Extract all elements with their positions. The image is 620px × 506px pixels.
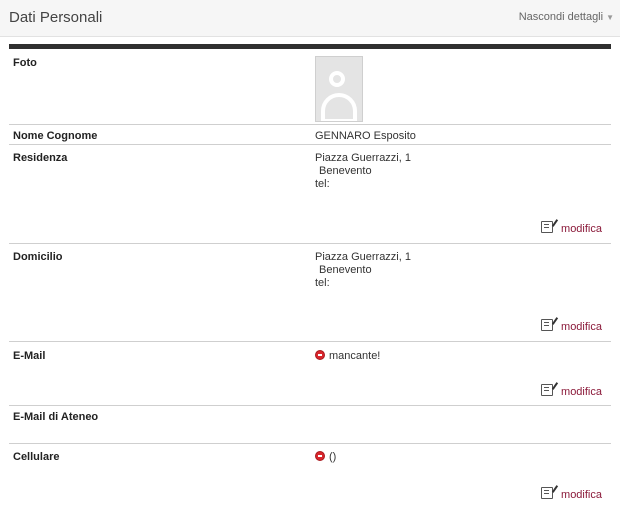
edit-icon <box>541 384 554 396</box>
edit-label: modifica <box>561 321 602 333</box>
row-value: GENNARO Esposito <box>315 130 416 142</box>
section-header: Dati Personali Nascondi dettagli ▼ <box>0 0 620 37</box>
address-city: Benevento <box>319 264 372 276</box>
edit-label: modifica <box>561 223 602 235</box>
edit-icon <box>541 319 554 331</box>
row-email-ateneo: E-Mail di Ateneo <box>9 406 611 444</box>
row-label: Domicilio <box>13 251 63 263</box>
hide-details-label: Nascondi dettagli <box>518 11 604 23</box>
cellulare-value: () <box>329 451 337 463</box>
address-city: Benevento <box>319 165 372 177</box>
error-icon <box>315 350 325 360</box>
address-tel: tel: <box>315 178 330 190</box>
row-residenza: Residenza Piazza Guerrazzi, 1 Benevento … <box>9 145 611 244</box>
edit-icon <box>541 221 554 233</box>
edit-cellulare-link[interactable]: modifica <box>541 487 602 501</box>
row-value: () <box>315 451 336 464</box>
section-title: Dati Personali <box>9 9 103 26</box>
address-block: Piazza Guerrazzi, 1 Benevento tel: <box>315 251 411 290</box>
address-street: Piazza Guerrazzi, 1 <box>315 152 411 164</box>
edit-residenza-link[interactable]: modifica <box>541 221 602 235</box>
address-block: Piazza Guerrazzi, 1 Benevento tel: <box>315 152 411 191</box>
row-value: mancante! <box>315 350 380 363</box>
row-label: Nome Cognome <box>13 130 98 142</box>
row-cellulare: Cellulare () modifica <box>9 444 611 506</box>
caret-down-icon: ▼ <box>606 13 614 22</box>
row-label: E-Mail di Ateneo <box>13 411 99 423</box>
email-status: mancante! <box>329 350 381 362</box>
row-label: Residenza <box>13 152 68 164</box>
edit-email-link[interactable]: modifica <box>541 384 602 398</box>
error-icon <box>315 451 325 461</box>
address-street: Piazza Guerrazzi, 1 <box>315 251 411 263</box>
row-email: E-Mail mancante! modifica <box>9 342 611 406</box>
row-label: Cellulare <box>13 451 60 463</box>
edit-domicilio-link[interactable]: modifica <box>541 319 602 333</box>
row-nome-cognome: Nome Cognome GENNARO Esposito <box>9 125 611 145</box>
row-foto: Foto <box>9 49 611 125</box>
row-domicilio: Domicilio Piazza Guerrazzi, 1 Benevento … <box>9 244 611 342</box>
edit-icon <box>541 487 554 499</box>
user-placeholder-icon <box>315 56 363 122</box>
edit-label: modifica <box>561 386 602 398</box>
address-tel: tel: <box>315 277 330 289</box>
hide-details-toggle[interactable]: Nascondi dettagli ▼ <box>519 11 614 23</box>
row-label: Foto <box>13 57 37 69</box>
edit-label: modifica <box>561 489 602 501</box>
row-label: E-Mail <box>13 350 46 362</box>
